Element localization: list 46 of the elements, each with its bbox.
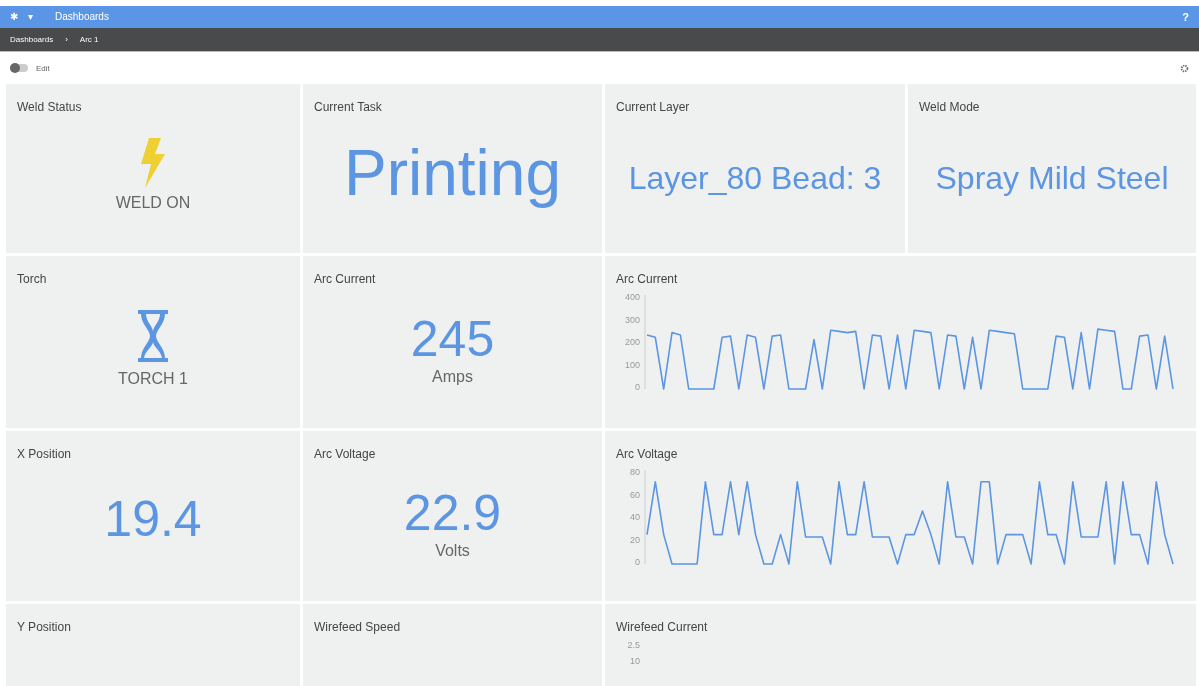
tile-title: Current Layer — [616, 100, 691, 114]
unit-label: Volts — [435, 542, 470, 560]
tile-title: Arc Current — [616, 272, 679, 286]
axis-tick: 60 — [629, 489, 640, 500]
axis-tick: 300 — [623, 314, 640, 325]
tile-title: Y Position — [17, 620, 72, 634]
tile-title: Weld Status — [17, 100, 83, 114]
tile-title: Weld Mode — [919, 100, 981, 114]
edit-toggle[interactable] — [10, 64, 28, 73]
breadcrumb-link[interactable]: Dashboards — [10, 35, 54, 45]
breadcrumb-link[interactable]: Arc 1 — [79, 35, 99, 45]
tile-title: Arc Voltage — [616, 447, 679, 461]
status-label: TORCH 1 — [118, 370, 188, 388]
value-text: 245 — [410, 314, 495, 364]
tile-title: X Position — [17, 447, 73, 461]
unit-label: Amps — [432, 368, 473, 386]
axis-tick: 40 — [629, 512, 640, 522]
hourglass-icon — [136, 308, 170, 364]
toggle-label: Edit — [36, 63, 50, 73]
axis-tick: 0 — [634, 382, 640, 392]
status-label: WELD ON — [115, 193, 191, 212]
tile-title: Current Task — [314, 100, 383, 114]
axis-tick: 10 — [629, 656, 640, 666]
tile-title: Torch — [17, 272, 48, 286]
tile-title: Arc Voltage — [314, 447, 377, 461]
axis-tick: 0 — [634, 557, 640, 567]
caret-icon[interactable]: ▾ — [28, 11, 33, 23]
tile-title: Arc Current — [314, 272, 377, 286]
value-text: Layer_80 Bead: 3 — [628, 161, 882, 194]
value-text: 22.9 — [403, 488, 502, 538]
axis-tick: 20 — [629, 534, 640, 545]
axis-tick: 200 — [623, 337, 640, 347]
settings-icon[interactable] — [1180, 63, 1189, 73]
value-text: 19.4 — [104, 494, 202, 544]
value-text: Spray Mild Steel — [935, 161, 1169, 194]
menu-icon[interactable]: ✱ — [10, 11, 18, 23]
tile-title: Wirefeed Speed — [314, 620, 402, 634]
app-title: Dashboards — [55, 11, 109, 23]
help-button[interactable]: ? — [1182, 10, 1189, 23]
axis-tick: 100 — [623, 359, 640, 370]
chevron-icon: › — [65, 35, 68, 45]
axis-tick: 80 — [629, 467, 640, 477]
axis-tick: 400 — [623, 292, 640, 302]
lightning-icon — [139, 137, 167, 188]
axis-tick: 2.5 — [626, 640, 640, 650]
tile-title: Wirefeed Current — [616, 620, 709, 634]
